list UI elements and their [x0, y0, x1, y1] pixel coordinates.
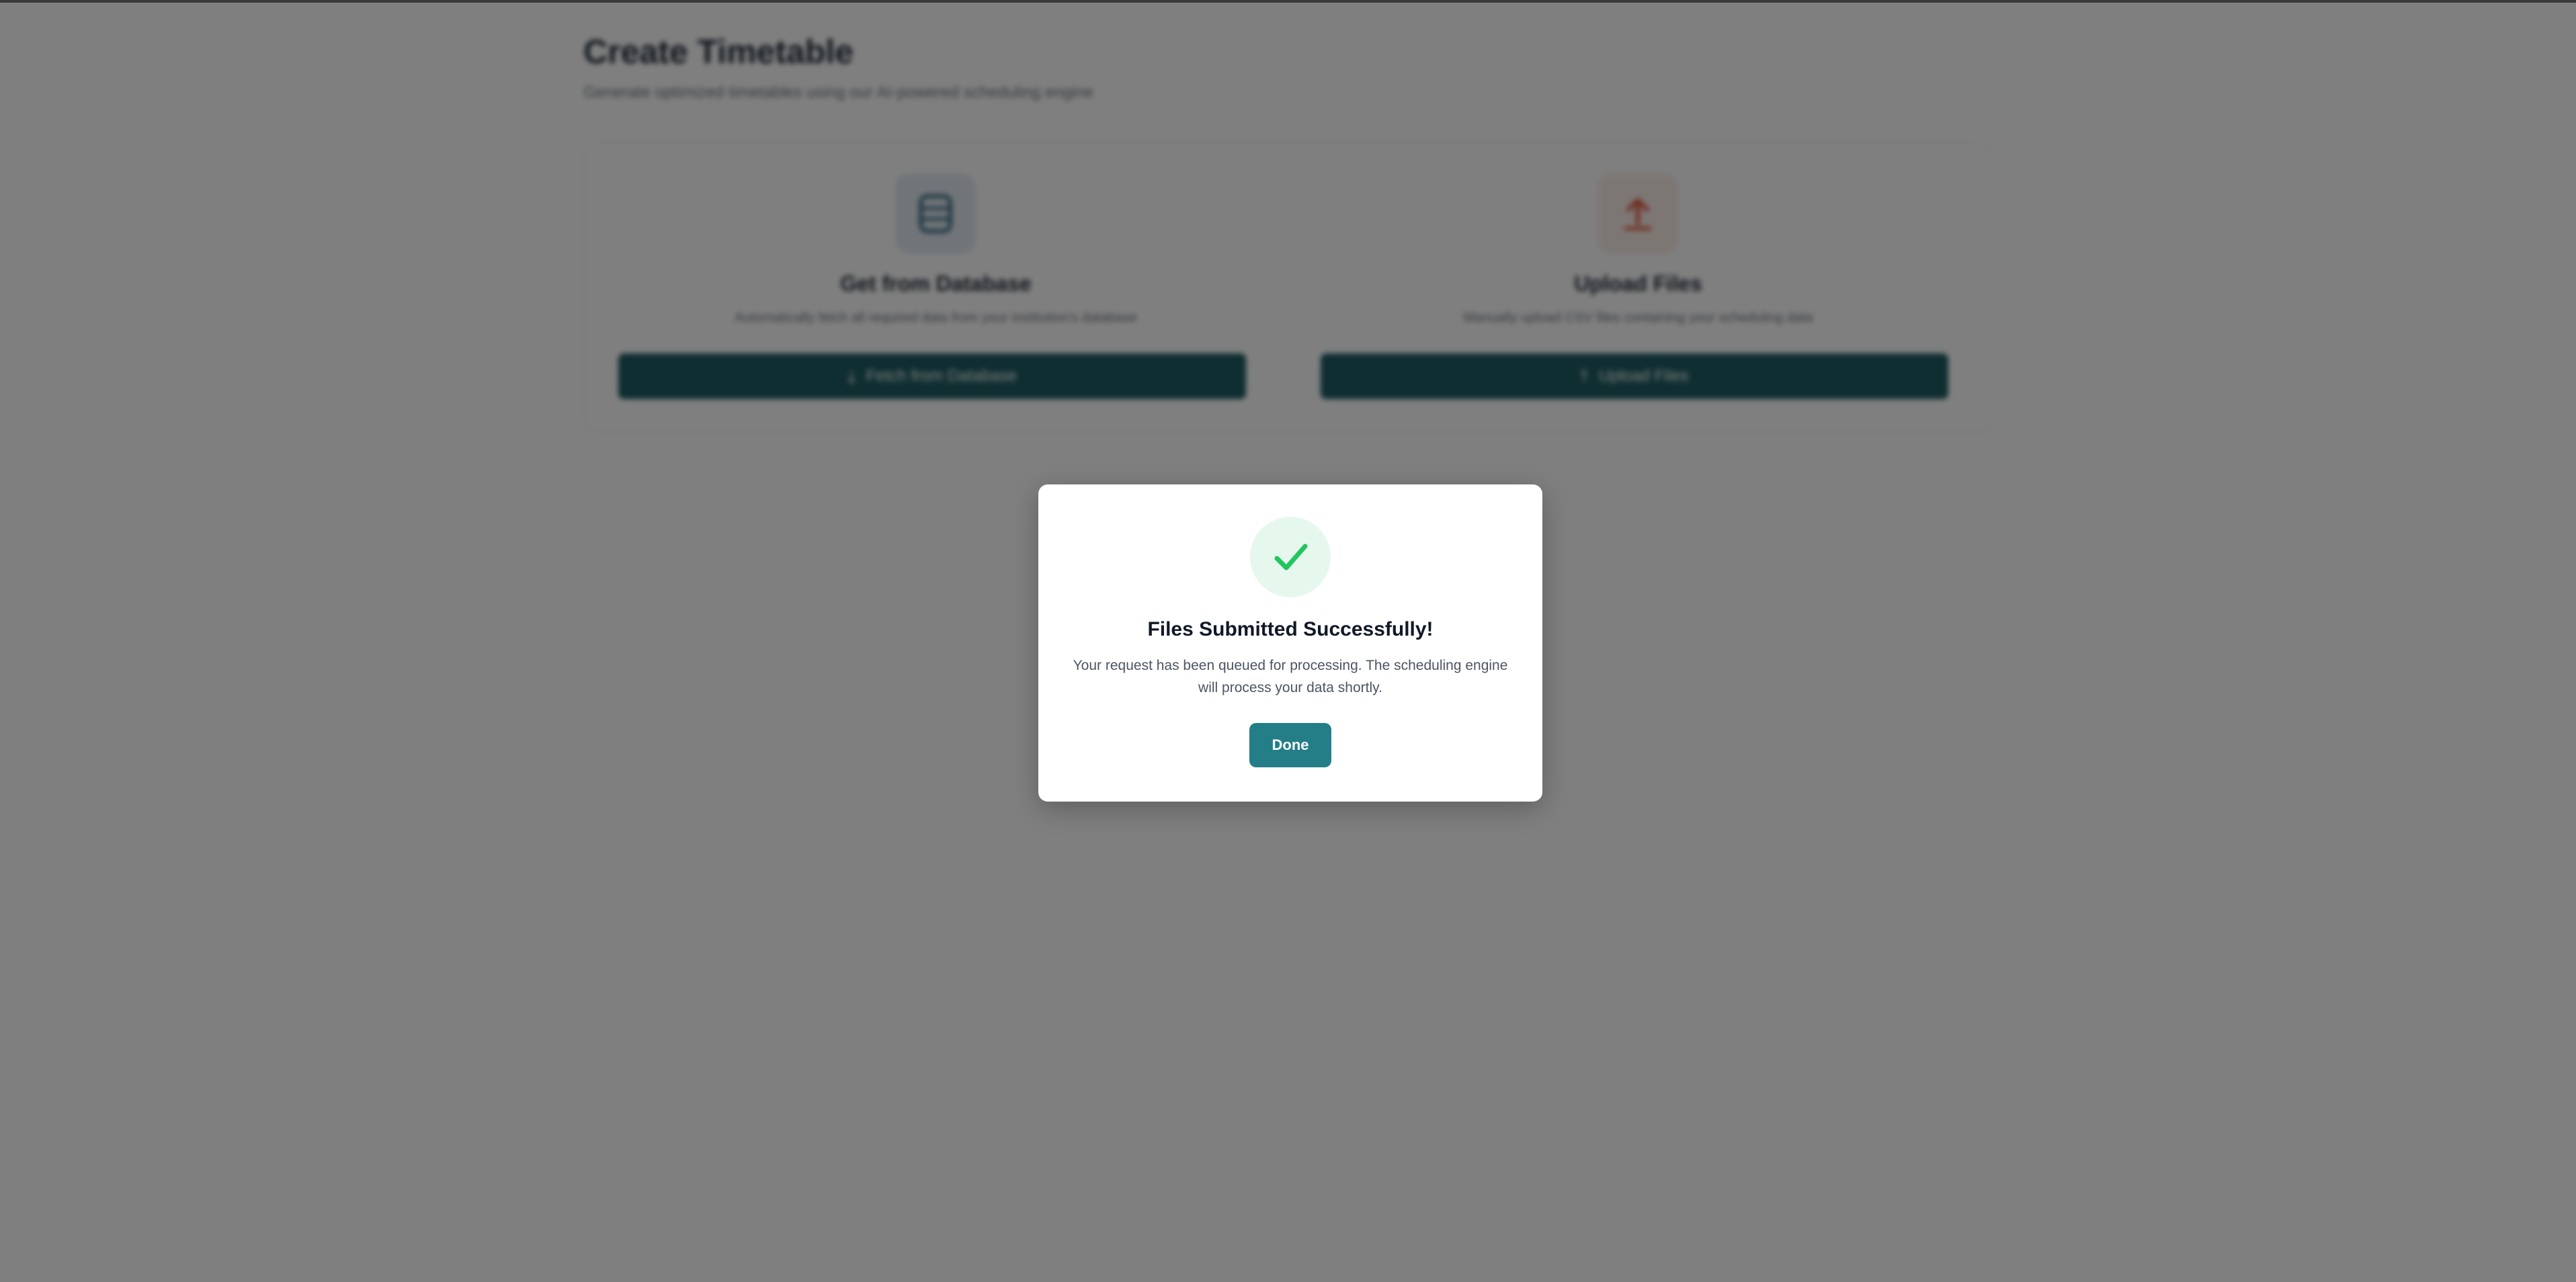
check-icon	[1274, 544, 1308, 570]
success-title: Files Submitted Successfully!	[1147, 618, 1434, 640]
success-message: Your request has been queued for process…	[1073, 658, 1508, 695]
success-dialog: Files Submitted Successfully! Your reque…	[1038, 484, 1542, 802]
top-border	[0, 0, 2576, 3]
success-badge	[1250, 517, 1331, 597]
done-button[interactable]: Done	[1249, 723, 1331, 767]
